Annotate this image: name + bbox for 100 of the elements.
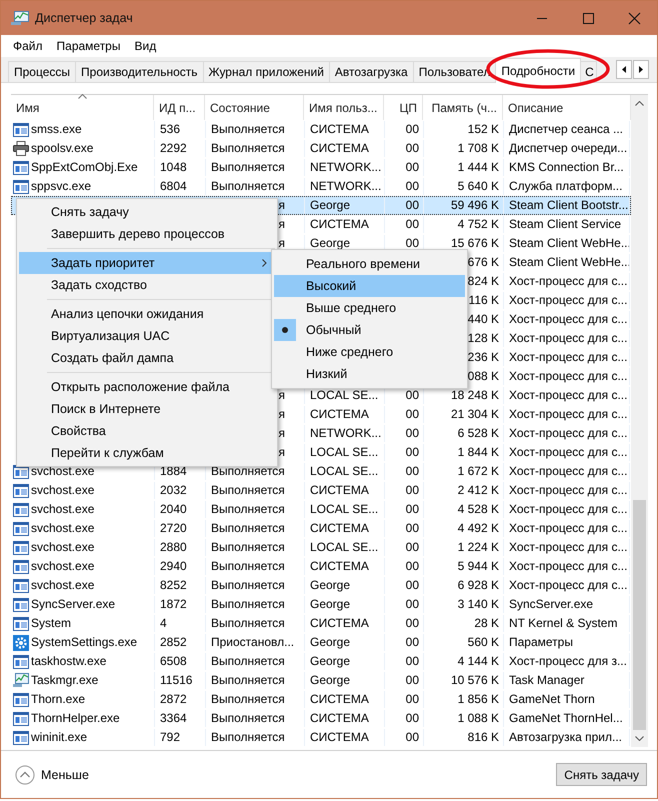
table-cell: KMS Connection Br... — [509, 160, 624, 174]
table-cell: 2 412 K — [458, 483, 499, 497]
window-title: Диспетчер задач — [35, 11, 134, 25]
table-row[interactable]: sppsvc.exe 6804 Выполняется NETWORK... 00 5 640 K Служба платформ... — [11, 177, 631, 196]
table-cell: Выполняется — [211, 730, 285, 744]
menu-item[interactable]: Высокий — [274, 275, 465, 297]
tab[interactable]: Процессы — [8, 61, 76, 82]
table-row[interactable]: Thorn.exe 2872 Выполняется СИСТЕМА 00 1 856 K GameNet Thorn — [11, 690, 631, 709]
menu-item[interactable]: Обычный — [274, 319, 465, 341]
process-name: svchost.exe — [31, 558, 94, 575]
table-row[interactable]: taskhostw.exe 6508 Выполняется George 00 4 144 K Хост-процесс для з... — [11, 652, 631, 671]
end-task-button[interactable]: Снять задачу — [556, 763, 647, 786]
process-name: svchost.exe — [31, 539, 94, 556]
menu-item[interactable]: Ниже среднего — [274, 341, 465, 363]
scroll-right-icon[interactable] — [633, 60, 649, 79]
process-name: svchost.exe — [31, 463, 94, 480]
table-row[interactable]: svchost.exe 2880 Выполняется LOCAL SE... 00 1 224 K Хост-процесс для с... — [11, 538, 631, 557]
table-cell: 1 844 K — [458, 445, 499, 459]
menu-item[interactable]: Реального времени — [274, 253, 465, 275]
table-row[interactable]: svchost.exe 2032 Выполняется СИСТЕМА 00 2 412 K Хост-процесс для с... — [11, 481, 631, 500]
column-header[interactable]: Имя польз... — [304, 95, 384, 120]
table-cell: 00 — [406, 388, 419, 402]
table-cell: Хост-процесс для с... — [509, 559, 628, 573]
table-cell: СИСТЕМА — [310, 711, 369, 725]
table-cell: Выполняется — [211, 654, 285, 668]
table-row[interactable]: svchost.exe 2720 Выполняется СИСТЕМА 00 4 492 K Хост-процесс для с... — [11, 519, 631, 538]
column-header[interactable]: Состояние — [205, 95, 304, 120]
column-header[interactable]: ИД п... — [154, 95, 205, 120]
table-cell: Хост-процесс для с... — [509, 540, 628, 554]
fewer-details-link[interactable]: Меньше — [41, 768, 89, 782]
table-cell: Хост-процесс для с... — [509, 350, 628, 364]
table-row[interactable]: SyncServer.exe 1872 Выполняется George 00 3 140 K SyncServer.exe — [11, 595, 631, 614]
menu-item[interactable]: Файл — [7, 37, 49, 55]
table-cell: 1 088 K — [458, 711, 499, 725]
collapse-icon[interactable] — [15, 764, 35, 784]
menu-item[interactable]: Выше среднего — [274, 297, 465, 319]
menu-item[interactable]: Перейти к службам — [17, 442, 277, 464]
table-cell: 00 — [406, 578, 419, 592]
process-name: System — [31, 615, 72, 632]
table-cell: 00 — [406, 730, 419, 744]
scrollbar[interactable] — [631, 95, 648, 747]
table-row[interactable]: svchost.exe 2940 Выполняется СИСТЕМА 00 5 944 K Хост-процесс для с... — [11, 557, 631, 576]
table-row[interactable]: smss.exe 536 Выполняется СИСТЕМА 00 152 K Диспетчер сеанса ... — [11, 120, 631, 139]
table-cell: Выполняется — [211, 711, 285, 725]
table-row[interactable]: System 4 Выполняется СИСТЕМА 00 28 K NT Kernel & System — [11, 614, 631, 633]
table-cell: 00 — [406, 635, 419, 649]
table-cell: SyncServer.exe — [509, 597, 594, 611]
table-row[interactable]: svchost.exe 2040 Выполняется LOCAL SE... 00 4 528 K Хост-процесс для с... — [11, 500, 631, 519]
table-cell: 00 — [406, 483, 419, 497]
tab[interactable]: Подробности — [495, 58, 582, 83]
scroll-thumb[interactable] — [633, 500, 646, 730]
process-name: Thorn.exe — [31, 691, 86, 708]
table-cell: GameNet ThornHel... — [509, 711, 623, 725]
table-cell: Хост-процесс для с... — [509, 578, 628, 592]
table-cell: я — [278, 198, 285, 212]
window-icon — [13, 598, 29, 612]
table-cell: Диспетчер сеанса ... — [509, 122, 624, 136]
table-cell: 21 304 K — [450, 407, 499, 421]
table-cell: Выполняется — [211, 483, 285, 497]
table-cell: Приостановл... — [211, 635, 294, 649]
table-cell: СИСТЕМА — [310, 559, 369, 573]
table-cell: 3364 — [160, 711, 187, 725]
table-cell: 440 K — [468, 312, 499, 326]
window-icon — [13, 540, 29, 554]
table-cell: 00 — [406, 160, 419, 174]
table-cell: 00 — [406, 692, 419, 706]
process-name: sppsvc.exe — [31, 178, 92, 195]
table-row[interactable]: Taskmgr.exe 11516 Выполняется George 00 10 576 K Task Manager — [11, 671, 631, 690]
printer-icon — [13, 141, 29, 156]
app-icon — [11, 10, 29, 26]
table-cell: 536 — [160, 122, 180, 136]
menu-item[interactable]: Вид — [128, 37, 162, 55]
table-cell: 2940 — [160, 559, 187, 573]
scroll-down-icon[interactable] — [635, 736, 644, 741]
window-icon — [13, 122, 29, 136]
table-row[interactable]: SppExtComObj.Exe 1048 Выполняется NETWORK... 00 1 444 K KMS Connection Br... — [11, 158, 631, 177]
scroll-up-icon[interactable] — [635, 101, 644, 106]
tab[interactable]: С — [580, 61, 597, 82]
table-cell: 4 528 K — [458, 502, 499, 516]
menu-item[interactable]: Завершить дерево процессов — [17, 223, 277, 245]
table-cell: 00 — [406, 179, 419, 193]
table-row[interactable]: ThornHelper.exe 3364 Выполняется СИСТЕМА 00 1 088 K GameNet ThornHel... — [11, 709, 631, 728]
menu-item[interactable]: Свойства — [17, 420, 277, 442]
table-row[interactable]: wininit.exe 792 Выполняется СИСТЕМА 00 816 K Автозагрузка прил... — [11, 728, 631, 747]
column-header[interactable]: Имя — [11, 95, 154, 120]
table-cell: George — [310, 198, 350, 212]
column-header[interactable]: Память (ч... — [423, 95, 503, 120]
menu-item[interactable]: Низкий — [274, 363, 465, 385]
table-row[interactable]: SystemSettings.exe 2852 Приостановл... George 00 560 K Параметры — [11, 633, 631, 652]
table-cell: 1884 — [160, 464, 187, 478]
table-cell: я — [278, 217, 285, 231]
column-header[interactable]: ЦП — [384, 95, 423, 120]
table-cell: Выполняется — [211, 122, 285, 136]
table-row[interactable]: spoolsv.exe 2292 Выполняется СИСТЕМА 00 1 708 K Диспетчер очереди... — [11, 139, 631, 158]
table-cell: George — [310, 578, 350, 592]
table-cell: 6 528 K — [458, 426, 499, 440]
table-row[interactable]: svchost.exe 8252 Выполняется George 00 6 928 K Хост-процесс для с... — [11, 576, 631, 595]
menu-item[interactable]: Поиск в Интернете — [17, 398, 277, 420]
scroll-left-icon[interactable] — [616, 60, 632, 79]
menu-item[interactable]: Параметры — [50, 37, 126, 55]
